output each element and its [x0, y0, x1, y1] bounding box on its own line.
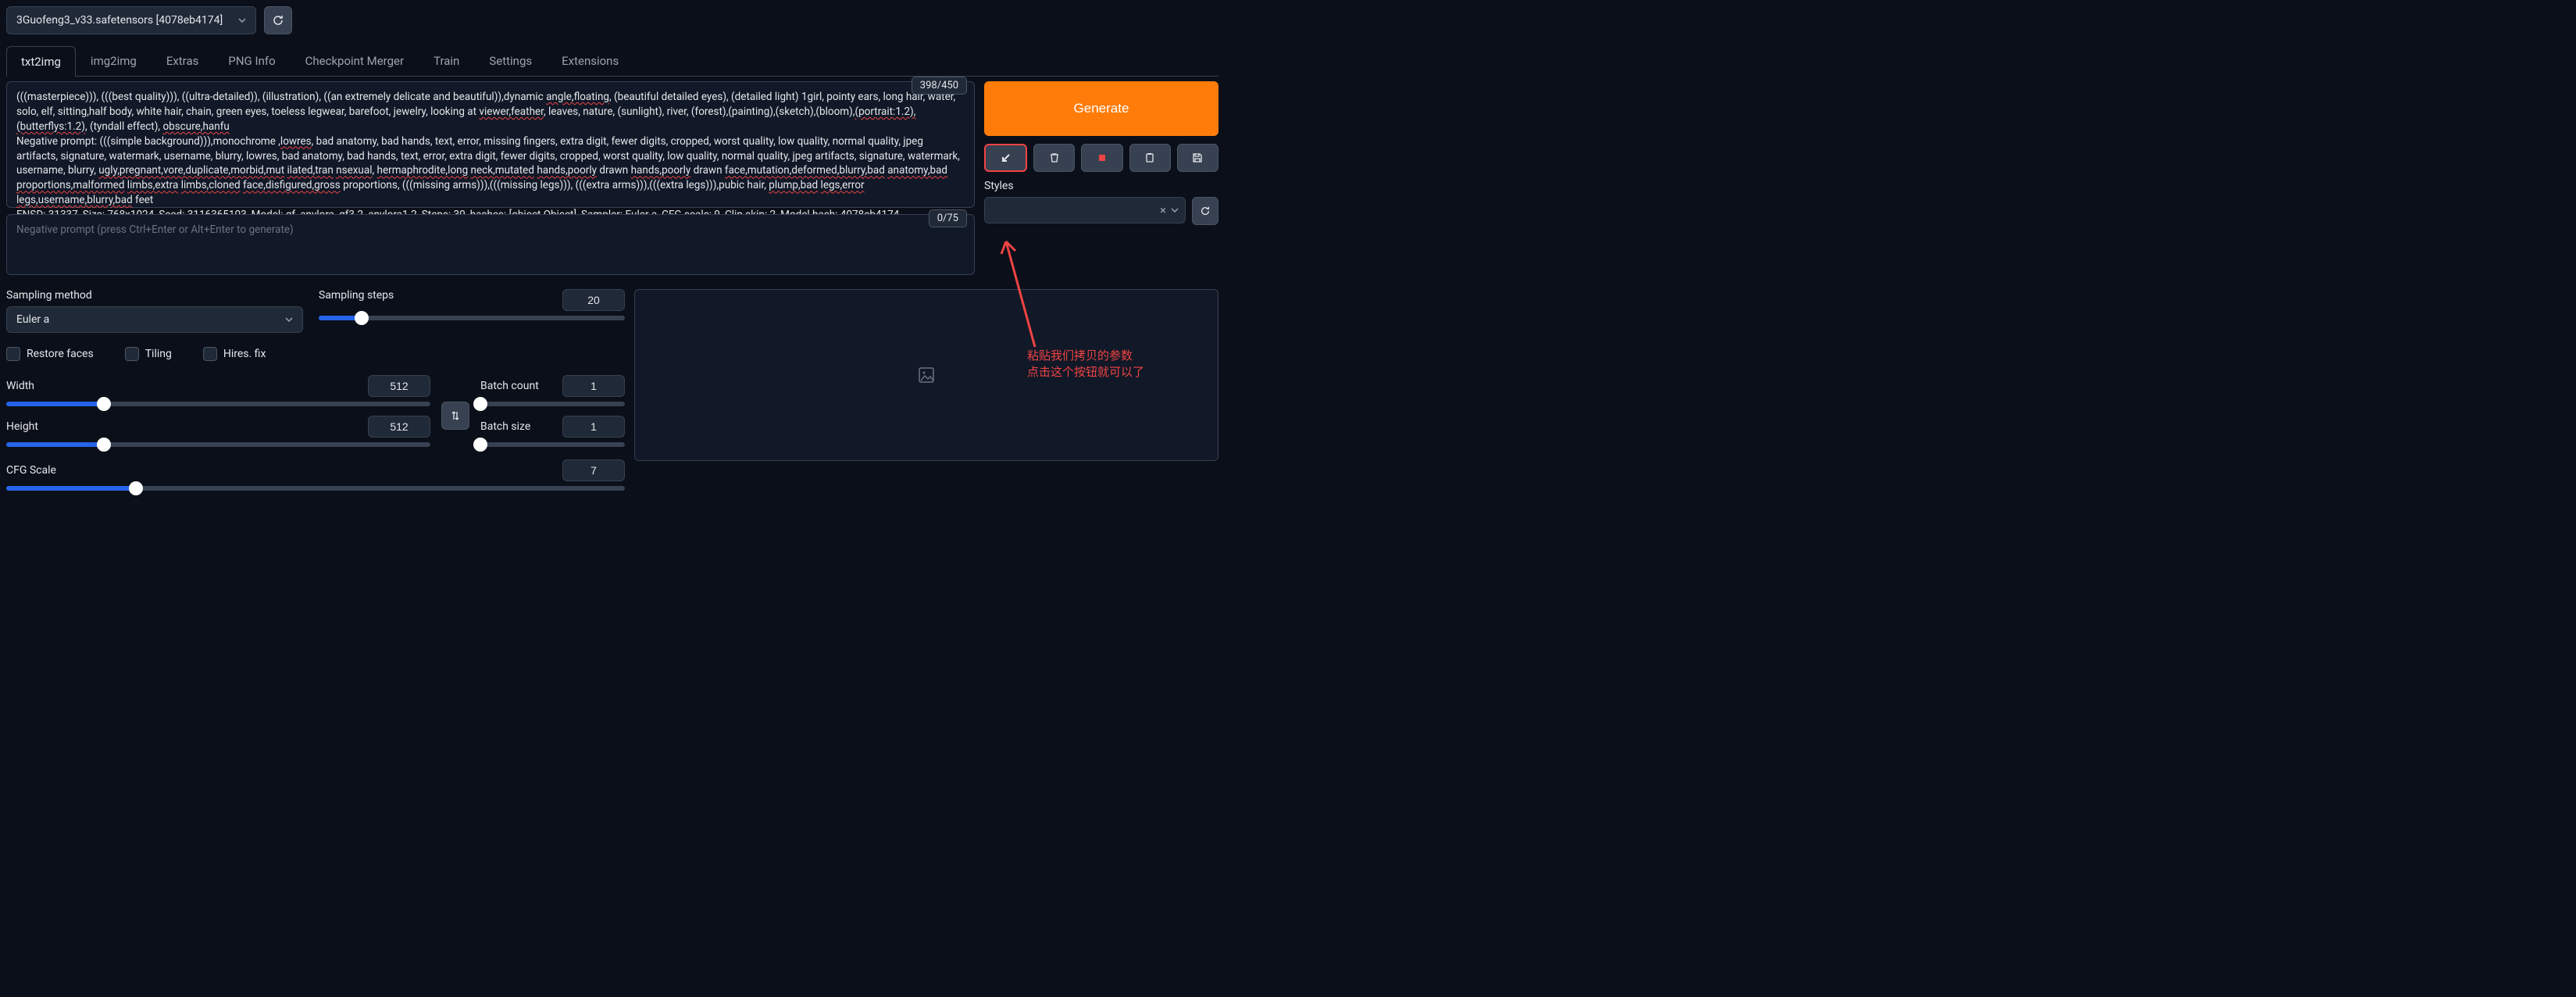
- batch-size-label: Batch size: [480, 420, 530, 433]
- refresh-icon: [272, 14, 284, 27]
- batch-count-slider[interactable]: [480, 402, 625, 406]
- restore-faces-checkbox[interactable]: [6, 347, 20, 361]
- batch-count-input[interactable]: [562, 375, 625, 397]
- cfg-scale-input[interactable]: [562, 459, 625, 481]
- cfg-scale-slider[interactable]: [6, 486, 625, 491]
- batch-count-label: Batch count: [480, 380, 539, 392]
- height-slider[interactable]: [6, 442, 430, 447]
- clipboard-icon: [1144, 152, 1155, 163]
- hires-fix-checkbox[interactable]: [203, 347, 217, 361]
- refresh-icon: [1200, 205, 1211, 216]
- chevron-down-icon: [1171, 208, 1179, 213]
- height-input[interactable]: [368, 416, 430, 438]
- tab-checkpoint-merger[interactable]: Checkpoint Merger: [291, 45, 419, 76]
- negative-token-count: 0/75: [929, 209, 967, 227]
- annotation-text: 粘贴我们拷贝的参数 点击这个按钮就可以了: [1027, 347, 1144, 380]
- styles-label: Styles: [984, 180, 1218, 192]
- sampling-method-label: Sampling method: [6, 289, 303, 302]
- hires-fix-label: Hires. fix: [223, 348, 266, 360]
- height-label: Height: [6, 420, 38, 433]
- sampling-steps-label: Sampling steps: [319, 289, 394, 311]
- save-style-button[interactable]: [1177, 144, 1218, 172]
- width-slider[interactable]: [6, 402, 430, 406]
- checkpoint-value: 3Guofeng3_v33.safetensors [4078eb4174]: [16, 14, 223, 27]
- paste-button[interactable]: [1129, 144, 1171, 172]
- cards-icon: [1097, 152, 1108, 163]
- negative-prompt-input[interactable]: [6, 214, 975, 275]
- arrow-down-left-icon: [1001, 152, 1011, 163]
- tab-train[interactable]: Train: [419, 45, 474, 76]
- tab-png-info[interactable]: PNG Info: [213, 45, 290, 76]
- sampling-steps-slider[interactable]: [319, 316, 625, 320]
- checkpoint-select[interactable]: 3Guofeng3_v33.safetensors [4078eb4174]: [6, 6, 256, 34]
- image-placeholder-icon: [918, 366, 935, 384]
- prompt-token-count: 398/450: [912, 77, 967, 95]
- apply-style-button[interactable]: [1192, 197, 1218, 225]
- refresh-checkpoint-button[interactable]: [264, 6, 292, 34]
- tab-extras[interactable]: Extras: [152, 45, 214, 76]
- trash-icon: [1049, 152, 1060, 163]
- swap-icon: [450, 410, 461, 421]
- extra-networks-button[interactable]: [1081, 144, 1122, 172]
- sampling-steps-input[interactable]: [562, 289, 625, 311]
- batch-size-slider[interactable]: [480, 442, 625, 447]
- clear-icon[interactable]: ×: [1160, 203, 1166, 217]
- tab-img2img[interactable]: img2img: [76, 45, 152, 76]
- swap-dimensions-button[interactable]: [441, 402, 469, 430]
- tiling-checkbox[interactable]: [125, 347, 139, 361]
- tiling-label: Tiling: [145, 348, 172, 360]
- tab-txt2img[interactable]: txt2img: [6, 46, 76, 77]
- chevron-down-icon: [285, 317, 293, 322]
- chevron-down-icon: [238, 18, 246, 23]
- main-tabs: txt2img img2img Extras PNG Info Checkpoi…: [6, 45, 1218, 77]
- tab-extensions[interactable]: Extensions: [547, 45, 633, 76]
- tab-settings[interactable]: Settings: [474, 45, 547, 76]
- restore-faces-label: Restore faces: [27, 348, 94, 360]
- read-params-button[interactable]: [984, 144, 1027, 172]
- sampling-method-select[interactable]: Euler a: [6, 306, 303, 333]
- prompt-input[interactable]: (((masterpiece))), (((best quality))), (…: [6, 81, 975, 208]
- width-label: Width: [6, 380, 34, 392]
- generate-button[interactable]: Generate: [984, 81, 1218, 136]
- styles-select[interactable]: ×: [984, 197, 1186, 223]
- save-icon: [1192, 152, 1203, 163]
- cfg-scale-label: CFG Scale: [6, 464, 56, 477]
- batch-size-input[interactable]: [562, 416, 625, 438]
- width-input[interactable]: [368, 375, 430, 397]
- clear-prompt-button[interactable]: [1033, 144, 1075, 172]
